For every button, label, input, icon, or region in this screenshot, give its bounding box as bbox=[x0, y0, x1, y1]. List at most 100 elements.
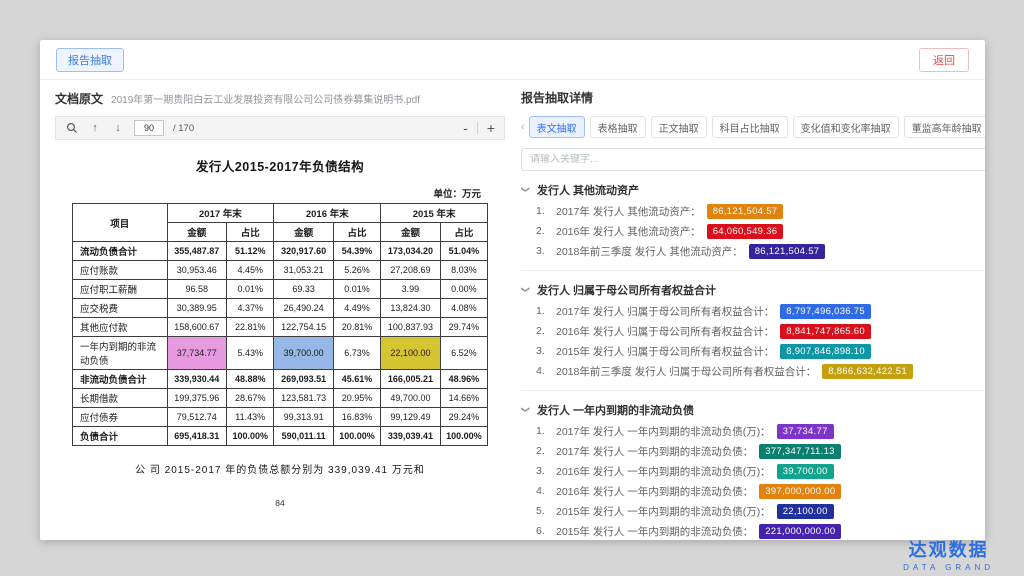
item-number: 4. bbox=[536, 365, 550, 377]
col-sub-header: 占比 bbox=[227, 223, 274, 242]
table-cell: 0.00% bbox=[440, 280, 487, 299]
table-cell: 99,313.91 bbox=[274, 408, 334, 427]
item-label: 2017年 发行人 其他流动资产： bbox=[556, 204, 701, 219]
row-label: 应付职工薪酬 bbox=[73, 280, 168, 299]
extraction-item: 5.2015年 发行人 一年内到期的非流动负债(万)：22,100.00 bbox=[521, 501, 985, 521]
row-label: 流动负债合计 bbox=[73, 242, 168, 261]
tab-3[interactable]: 正文抽取 bbox=[651, 116, 707, 138]
item-value-badge[interactable]: 64,060,549.36 bbox=[707, 224, 784, 239]
item-number: 1. bbox=[536, 305, 550, 317]
section-header[interactable]: ❯发行人 一年内到期的非流动负债 bbox=[521, 402, 985, 418]
table-cell: 20.81% bbox=[333, 318, 380, 337]
table-cell: 5.43% bbox=[227, 337, 274, 370]
section-header[interactable]: ❯ 发行人 其他流动资产 bbox=[521, 182, 985, 198]
tab-1[interactable]: 表文抽取 bbox=[529, 116, 585, 138]
table-cell: 173,034.20 bbox=[381, 242, 441, 261]
table-cell: 45.61% bbox=[333, 370, 380, 389]
tab-2[interactable]: 表格抽取 bbox=[590, 116, 646, 138]
chevron-down-icon: ❯ bbox=[520, 286, 531, 295]
item-value-badge[interactable]: 8,841,747,865.60 bbox=[780, 324, 871, 339]
zoom-out-button[interactable]: - bbox=[463, 121, 468, 135]
table-cell: 8.03% bbox=[440, 261, 487, 280]
extraction-item: 1. 2017年 发行人 一年内到期的非流动负债(万)： 37,734.77 bbox=[521, 421, 985, 441]
item-label: 2016年 发行人 其他流动资产： bbox=[556, 224, 701, 239]
table-cell: 26,490.24 bbox=[274, 299, 334, 318]
table-cell: 29.24% bbox=[440, 408, 487, 427]
table-cell: 54.39% bbox=[333, 242, 380, 261]
col-sub-header: 占比 bbox=[440, 223, 487, 242]
item-number: 3. bbox=[536, 245, 550, 257]
item-value-badge[interactable]: 8,797,496,036.75 bbox=[780, 304, 871, 319]
page-number-input[interactable] bbox=[134, 120, 164, 136]
table-cell: 355,487.87 bbox=[167, 242, 227, 261]
item-value-badge[interactable]: 39,700.00 bbox=[777, 464, 834, 479]
item-value-badge[interactable]: 377,347,711.13 bbox=[759, 444, 841, 459]
col-group-header: 2017 年末 bbox=[167, 204, 274, 223]
item-label: 2017年 发行人 一年内到期的非流动负债(万)： bbox=[556, 424, 771, 439]
item-number: 1. bbox=[536, 425, 550, 437]
table-cell: 29.74% bbox=[440, 318, 487, 337]
tab-5[interactable]: 变化值和变化率抽取 bbox=[793, 116, 899, 138]
debt-table: 项目2017 年末2016 年末2015 年末金额占比金额占比金额占比流动负债合… bbox=[72, 203, 488, 446]
table-row: 应付债券79,512.7411.43%99,313.9116.83%99,129… bbox=[73, 408, 488, 427]
row-label: 其他应付款 bbox=[73, 318, 168, 337]
page-down-icon[interactable]: ↓ bbox=[111, 121, 125, 135]
item-label: 2016年 发行人 归属于母公司所有者权益合计： bbox=[556, 324, 774, 339]
section-title: 发行人 其他流动资产 bbox=[537, 182, 639, 198]
table-row: 其他应付款158,600.6722.81%122,754.1520.81%100… bbox=[73, 318, 488, 337]
table-cell: 123,581.73 bbox=[274, 389, 334, 408]
item-value-badge[interactable]: 22,100.00 bbox=[777, 504, 834, 519]
table-cell: 4.08% bbox=[440, 299, 487, 318]
table-cell: 4.37% bbox=[227, 299, 274, 318]
pdf-unit-label: 单位：万元 bbox=[55, 186, 481, 200]
extraction-section: ❯发行人 一年内到期的非流动负债 1. 2017年 发行人 一年内到期的非流动负债(… bbox=[521, 402, 985, 540]
keyword-search-input[interactable] bbox=[530, 154, 985, 165]
item-label: 2017年 发行人 归属于母公司所有者权益合计： bbox=[556, 304, 774, 319]
table-cell: 69.33 bbox=[274, 280, 334, 299]
back-button[interactable]: 返回 bbox=[919, 48, 969, 72]
item-value-badge[interactable]: 86,121,504.57 bbox=[707, 204, 784, 219]
tab-list: 表文抽取表格抽取正文抽取科目占比抽取变化值和变化率抽取董监高年龄抽取变动趋势 bbox=[529, 116, 985, 138]
item-label: 2016年 发行人 一年内到期的非流动负债(万)： bbox=[556, 464, 771, 479]
search-icon[interactable] bbox=[65, 121, 79, 135]
table-cell: 339,039.41 bbox=[381, 427, 441, 446]
tabs-row: ‹ 表文抽取表格抽取正文抽取科目占比抽取变化值和变化率抽取董监高年龄抽取变动趋势… bbox=[521, 116, 985, 138]
datagrand-logo: 达观数据 DATA GRAND bbox=[903, 536, 994, 572]
col-sub-header: 占比 bbox=[333, 223, 380, 242]
extraction-sections: ❯ 发行人 其他流动资产 1. 2017年 发行人 其他流动资产： 86,121,504… bbox=[521, 182, 985, 540]
table-row: 应付账款30,953.464.45%31,053.215.26%27,208.6… bbox=[73, 261, 488, 280]
row-label: 应付账款 bbox=[73, 261, 168, 280]
section-divider bbox=[521, 390, 985, 391]
item-value-badge[interactable]: 221,000,000.00 bbox=[759, 524, 841, 539]
table-cell: 4.49% bbox=[333, 299, 380, 318]
tabs-scroll-left-icon[interactable]: ‹ bbox=[521, 121, 525, 133]
item-number: 2. bbox=[536, 325, 550, 337]
table-row: 应付职工薪酬96.580.01%69.330.01%3.990.00% bbox=[73, 280, 488, 299]
item-value-badge[interactable]: 86,121,504.57 bbox=[749, 244, 826, 259]
item-number: 5. bbox=[536, 505, 550, 517]
item-number: 2. bbox=[536, 225, 550, 237]
extraction-item: 2. 2016年 发行人 其他流动资产： 64,060,549.36 bbox=[521, 221, 985, 241]
section-header[interactable]: ❯ 发行人 归属于母公司所有者权益合计 bbox=[521, 282, 985, 298]
table-cell: 22.81% bbox=[227, 318, 274, 337]
report-extract-button[interactable]: 报告抽取 bbox=[56, 48, 124, 72]
table-cell: 28.67% bbox=[227, 389, 274, 408]
table-cell: 320,917.60 bbox=[274, 242, 334, 261]
zoom-in-button[interactable]: + bbox=[487, 121, 495, 135]
tab-6[interactable]: 董监高年龄抽取 bbox=[904, 116, 985, 138]
tab-4[interactable]: 科目占比抽取 bbox=[712, 116, 788, 138]
table-row: 负债合计695,418.31100.00%590,011.11100.00%33… bbox=[73, 427, 488, 446]
table-cell: 166,005.21 bbox=[381, 370, 441, 389]
table-cell: 11.43% bbox=[227, 408, 274, 427]
extraction-item: 2. 2016年 发行人 归属于母公司所有者权益合计： 8,841,747,865.… bbox=[521, 321, 985, 341]
item-value-badge[interactable]: 37,734.77 bbox=[777, 424, 834, 439]
item-value-badge[interactable]: 397,000,000.00 bbox=[759, 484, 841, 499]
document-panel: 文档原文 2019年第一期贵阳白云工业发展投资有限公司公司债券募集说明书.pdf… bbox=[40, 80, 505, 539]
main-card: 报告抽取 返回 文档原文 2019年第一期贵阳白云工业发展投资有限公司公司债券募… bbox=[40, 40, 985, 540]
chevron-down-icon: ❯ bbox=[520, 186, 531, 195]
page-up-icon[interactable]: ↑ bbox=[88, 121, 102, 135]
section-title: 发行人 归属于母公司所有者权益合计 bbox=[537, 282, 716, 298]
item-label: 2016年 发行人 一年内到期的非流动负债： bbox=[556, 484, 753, 499]
item-value-badge[interactable]: 8,866,632,422.51 bbox=[822, 364, 913, 379]
item-value-badge[interactable]: 8,907,846,898.10 bbox=[780, 344, 871, 359]
